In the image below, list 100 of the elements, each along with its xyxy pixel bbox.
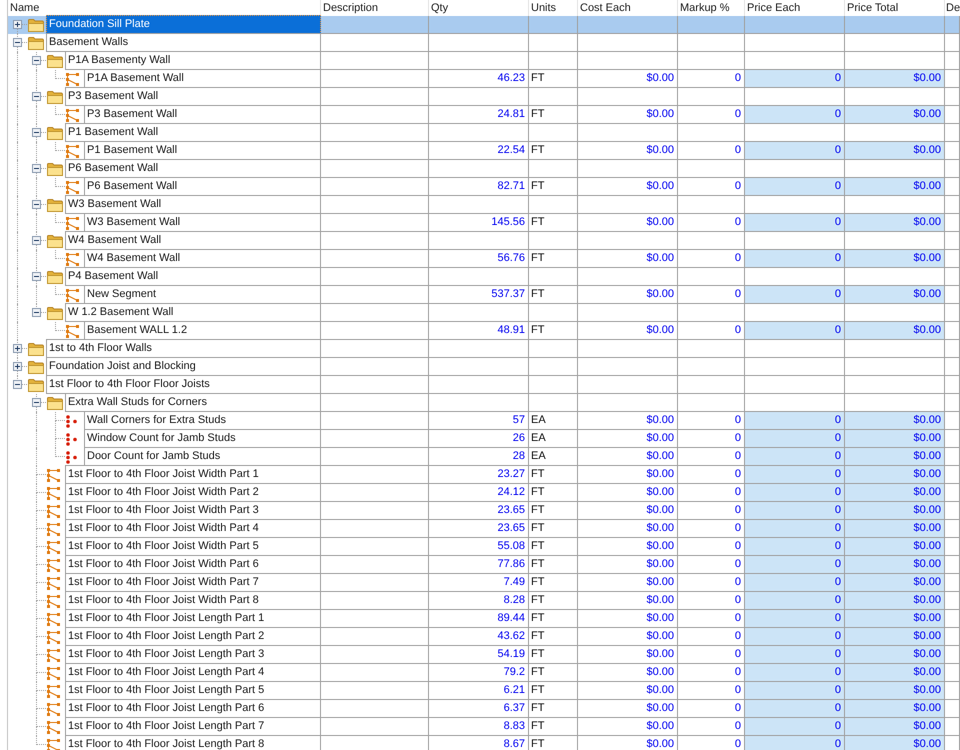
expand-icon[interactable] — [13, 20, 22, 29]
table-row[interactable]: 1st Floor to 4th Floor Floor Joists — [8, 376, 960, 394]
cost-each-cell: $0.00 — [578, 502, 678, 520]
cost-each-cell: $0.00 — [578, 286, 678, 304]
column-header[interactable]: De — [945, 0, 960, 16]
item-name-cell: Door Count for Jamb Studs — [84, 447, 321, 466]
collapse-icon[interactable] — [32, 236, 41, 245]
qty-cell: 24.12 — [429, 484, 529, 502]
collapse-icon[interactable] — [32, 56, 41, 65]
price-total-cell: $0.00 — [845, 736, 945, 750]
units-cell: FT — [529, 142, 578, 160]
table-row[interactable]: Basement Walls — [8, 34, 960, 52]
units-cell: FT — [529, 250, 578, 268]
units-cell: FT — [529, 520, 578, 538]
collapse-icon[interactable] — [32, 308, 41, 317]
table-row[interactable]: 1st Floor to 4th Floor Joist Width Part 5 55.08 FT $0.00 0 0 $0.00 — [8, 538, 960, 556]
units-cell: FT — [529, 736, 578, 750]
table-row[interactable]: 1st Floor to 4th Floor Joist Length Part 7 8.83 FT $0.00 0 0 $0.00 — [8, 718, 960, 736]
table-row[interactable]: 1st to 4th Floor Walls — [8, 340, 960, 358]
collapse-icon[interactable] — [32, 128, 41, 137]
units-cell: FT — [529, 610, 578, 628]
collapse-icon[interactable] — [13, 380, 22, 389]
folder-icon — [28, 19, 44, 32]
table-row[interactable]: New Segment 537.37 FT $0.00 0 0 $0.00 — [8, 286, 960, 304]
folder-icon — [47, 307, 63, 320]
polyline-icon — [47, 577, 60, 590]
price-each-cell: 0 — [745, 574, 845, 592]
price-total-cell: $0.00 — [845, 556, 945, 574]
units-cell: EA — [529, 412, 578, 430]
table-row[interactable]: 1st Floor to 4th Floor Joist Width Part 6 77.86 FT $0.00 0 0 $0.00 — [8, 556, 960, 574]
qty-cell: 24.81 — [429, 106, 529, 124]
polyline-icon — [47, 631, 60, 644]
price-total-cell: $0.00 — [845, 178, 945, 196]
price-total-cell: $0.00 — [845, 70, 945, 88]
price-total-cell: $0.00 — [845, 106, 945, 124]
units-cell: FT — [529, 70, 578, 88]
table-row[interactable]: 1st Floor to 4th Floor Joist Length Part 4 79.2 FT $0.00 0 0 $0.00 — [8, 664, 960, 682]
table-row[interactable]: P6 Basement Wall 82.71 FT $0.00 0 0 $0.00 — [8, 178, 960, 196]
table-row[interactable]: Wall Corners for Extra Studs 57 EA $0.00 0 0 $0.00 — [8, 412, 960, 430]
expand-icon[interactable] — [13, 362, 22, 371]
table-row[interactable]: 1st Floor to 4th Floor Joist Length Part 5 6.21 FT $0.00 0 0 $0.00 — [8, 682, 960, 700]
units-cell: FT — [529, 700, 578, 718]
table-row[interactable]: Window Count for Jamb Studs 26 EA $0.00 0 0 $0.00 — [8, 430, 960, 448]
table-row[interactable]: Door Count for Jamb Studs 28 EA $0.00 0 0 $0.00 — [8, 448, 960, 466]
cost-each-cell: $0.00 — [578, 628, 678, 646]
polyline-icon — [47, 469, 60, 482]
polyline-icon — [66, 289, 79, 302]
table-row[interactable]: P1A Basement Wall 46.23 FT $0.00 0 0 $0.00 — [8, 70, 960, 88]
table-row[interactable]: P3 Basement Wall 24.81 FT $0.00 0 0 $0.00 — [8, 106, 960, 124]
qty-cell: 77.86 — [429, 556, 529, 574]
cost-each-cell: $0.00 — [578, 574, 678, 592]
table-row[interactable]: 1st Floor to 4th Floor Joist Length Part 8 8.67 FT $0.00 0 0 $0.00 — [8, 736, 960, 750]
table-row[interactable]: 1st Floor to 4th Floor Joist Width Part 4 23.65 FT $0.00 0 0 $0.00 — [8, 520, 960, 538]
table-row[interactable]: P1 Basement Wall 22.54 FT $0.00 0 0 $0.00 — [8, 142, 960, 160]
qty-cell: 6.37 — [429, 700, 529, 718]
table-row[interactable]: 1st Floor to 4th Floor Joist Length Part 6 6.37 FT $0.00 0 0 $0.00 — [8, 700, 960, 718]
collapse-icon[interactable] — [13, 38, 22, 47]
table-row[interactable]: 1st Floor to 4th Floor Joist Width Part 8 8.28 FT $0.00 0 0 $0.00 — [8, 592, 960, 610]
table-row[interactable]: Foundation Sill Plate — [8, 16, 960, 34]
table-row[interactable]: 1st Floor to 4th Floor Joist Length Part 2 43.62 FT $0.00 0 0 $0.00 — [8, 628, 960, 646]
qty-cell: 23.65 — [429, 502, 529, 520]
units-cell: FT — [529, 574, 578, 592]
item-name-cell: P1A Basement Wall — [84, 69, 321, 88]
qty-cell: 43.62 — [429, 628, 529, 646]
units-cell: FT — [529, 664, 578, 682]
price-each-cell: 0 — [745, 466, 845, 484]
table-row[interactable]: W4 Basement Wall 56.76 FT $0.00 0 0 $0.00 — [8, 250, 960, 268]
table-row[interactable]: 1st Floor to 4th Floor Joist Length Part 3 54.19 FT $0.00 0 0 $0.00 — [8, 646, 960, 664]
collapse-icon[interactable] — [32, 164, 41, 173]
units-cell: FT — [529, 106, 578, 124]
table-row[interactable]: 1st Floor to 4th Floor Joist Width Part 1 23.27 FT $0.00 0 0 $0.00 — [8, 466, 960, 484]
table-row[interactable]: 1st Floor to 4th Floor Joist Width Part 3 23.65 FT $0.00 0 0 $0.00 — [8, 502, 960, 520]
price-total-cell: $0.00 — [845, 412, 945, 430]
qty-cell: 8.67 — [429, 736, 529, 750]
table-row[interactable]: W3 Basement Wall 145.56 FT $0.00 0 0 $0.00 — [8, 214, 960, 232]
collapse-icon[interactable] — [32, 92, 41, 101]
table-row[interactable]: 1st Floor to 4th Floor Joist Width Part 2 24.12 FT $0.00 0 0 $0.00 — [8, 484, 960, 502]
table-row[interactable]: 1st Floor to 4th Floor Joist Width Part 7 7.49 FT $0.00 0 0 $0.00 — [8, 574, 960, 592]
polyline-icon — [47, 721, 60, 734]
table-row[interactable]: Basement WALL 1.2 48.91 FT $0.00 0 0 $0.00 — [8, 322, 960, 340]
item-name-cell: 1st Floor to 4th Floor Joist Width Part 2 — [65, 483, 321, 502]
qty-cell: 7.49 — [429, 574, 529, 592]
folder-icon — [47, 91, 63, 104]
expand-icon[interactable] — [13, 344, 22, 353]
cost-each-cell: $0.00 — [578, 250, 678, 268]
item-name-cell: P1 Basement Wall — [65, 123, 321, 142]
price-total-cell: $0.00 — [845, 214, 945, 232]
item-name-cell: Window Count for Jamb Studs — [84, 429, 321, 448]
collapse-icon[interactable] — [32, 272, 41, 281]
table-row[interactable]: 1st Floor to 4th Floor Joist Length Part 1 89.44 FT $0.00 0 0 $0.00 — [8, 610, 960, 628]
table-row[interactable]: Foundation Joist and Blocking — [8, 358, 960, 376]
item-name-cell: 1st Floor to 4th Floor Joist Width Part 1 — [65, 465, 321, 484]
collapse-icon[interactable] — [32, 200, 41, 209]
units-cell: FT — [529, 322, 578, 340]
item-name-cell: 1st Floor to 4th Floor Joist Width Part 7 — [65, 573, 321, 592]
price-total-cell: $0.00 — [845, 664, 945, 682]
qty-cell: 89.44 — [429, 610, 529, 628]
price-total-cell: $0.00 — [845, 502, 945, 520]
units-cell: FT — [529, 214, 578, 232]
collapse-icon[interactable] — [32, 398, 41, 407]
